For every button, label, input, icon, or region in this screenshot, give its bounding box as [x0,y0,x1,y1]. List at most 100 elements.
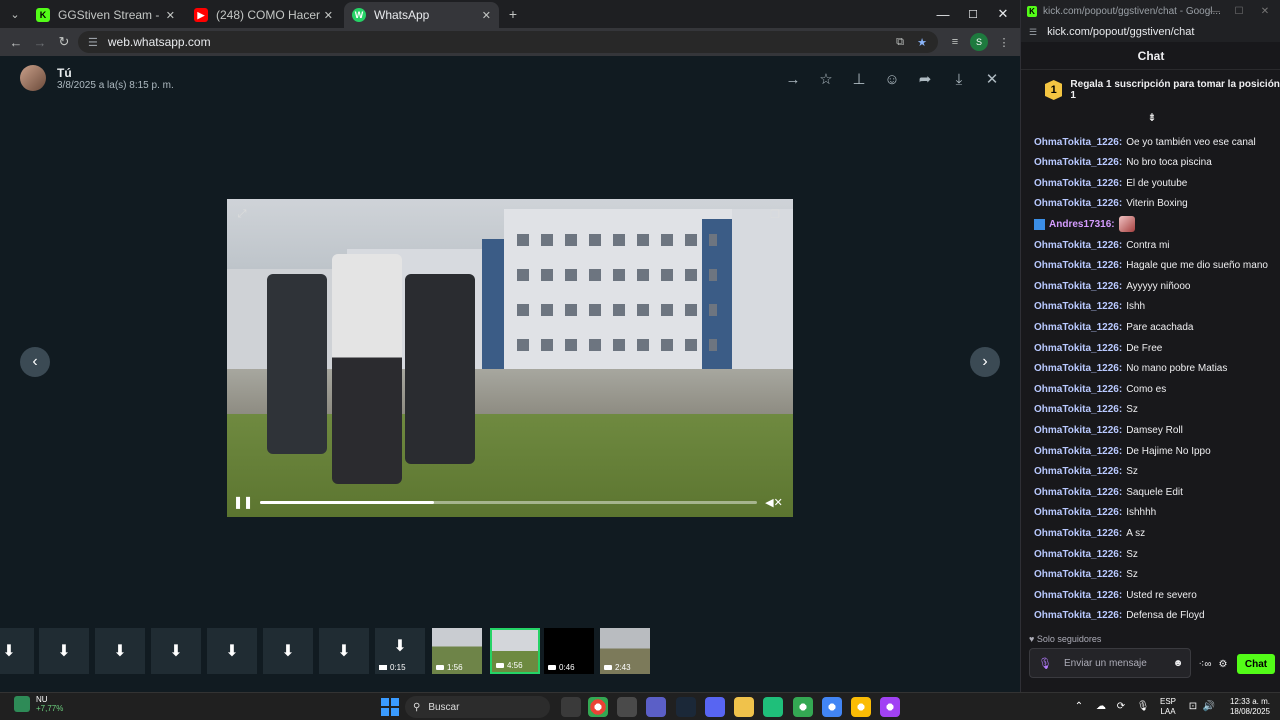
steam-icon[interactable] [676,697,696,717]
chrome-profile-icon[interactable] [793,697,813,717]
microphone-icon[interactable]: 🎙 [1136,699,1150,713]
previous-media-button[interactable]: ‹ [20,347,50,377]
site-info-icon[interactable]: ☰ [88,36,98,49]
taskbar-search[interactable]: ⚲ Buscar [405,696,550,718]
chat-username[interactable]: OhmaTokita_1226: [1034,590,1122,601]
input-language[interactable]: ESP LAA [1160,697,1176,717]
forward-icon[interactable]: → [30,32,50,52]
picture-in-picture-icon[interactable]: ❐ [768,207,782,221]
avatar[interactable] [20,65,46,91]
fullscreen-icon[interactable]: ⤢ [235,207,249,221]
browser-menu-icon[interactable]: ⋮ [995,33,1013,51]
chat-username[interactable]: OhmaTokita_1226: [1034,446,1122,457]
chat-username[interactable]: OhmaTokita_1226: [1034,425,1122,436]
file-explorer-icon[interactable] [734,697,754,717]
stock-widget[interactable]: NU +7,77% [14,695,63,713]
drops-icon[interactable]: ⁖∞ [1197,656,1213,672]
chat-username[interactable]: OhmaTokita_1226: [1034,343,1122,354]
microphone-icon[interactable]: 🎙 [1038,656,1052,670]
system-clock[interactable]: 12:33 a. m. 18/08/2025 [1222,697,1270,717]
tab-whatsapp[interactable]: W WhatsApp ✕ [344,2,499,28]
chat-username[interactable]: OhmaTokita_1226: [1034,466,1122,477]
chat-username[interactable]: OhmaTokita_1226: [1034,281,1122,292]
close-tab-icon[interactable]: ✕ [482,9,491,22]
video-seek-bar[interactable] [260,501,757,504]
tray-app-icon[interactable]: ☁ [1094,699,1108,713]
download-thumbnail-icon[interactable]: ⬇ [95,628,145,674]
muted-volume-icon[interactable]: ◀✕ [763,494,785,510]
media-thumbnail[interactable]: 0:46 [544,628,594,674]
volume-icon[interactable]: 🔊 [1202,699,1216,713]
show-hidden-icons-icon[interactable]: ⌃ [1072,699,1086,713]
kick-url-bar[interactable]: ☰ kick.com/popout/ggstiven/chat [1021,22,1280,42]
download-thumbnail-icon[interactable]: ⬇ 0:15 [375,628,425,674]
minimize-icon[interactable]: — [928,4,958,24]
chat-messages-list[interactable]: OhmaTokita_1226: Oe yo también veo ese ca… [1021,120,1280,628]
discord-icon[interactable] [705,697,725,717]
chat-username[interactable]: OhmaTokita_1226: [1034,610,1122,621]
back-icon[interactable]: ← [6,32,26,52]
address-bar[interactable]: ☰ web.whatsapp.com ⧉ ★ [78,31,938,53]
chat-username[interactable]: OhmaTokita_1226: [1034,157,1122,168]
site-info-icon[interactable]: ☰ [1029,27,1037,38]
send-chat-button[interactable]: Chat [1237,654,1275,674]
teams-icon[interactable] [646,697,666,717]
chat-username[interactable]: OhmaTokita_1226: [1034,487,1122,498]
close-viewer-icon[interactable]: ✕ [981,68,1003,90]
media-thumbnail[interactable]: 2:43 [600,628,650,674]
go-to-message-icon[interactable]: → [782,68,804,90]
download-thumbnail-icon[interactable]: ⬇ [39,628,89,674]
close-tab-icon[interactable]: ✕ [324,9,333,22]
chrome-profile-icon[interactable] [851,697,871,717]
task-view-icon[interactable] [561,697,581,717]
reload-icon[interactable]: ↻ [54,32,74,52]
tray-app-icon[interactable]: ⟳ [1114,699,1128,713]
pinned-message[interactable]: 1 Regala 1 suscripción para tomar la pos… [1021,70,1280,110]
maximize-icon[interactable]: ☐ [958,4,988,24]
download-thumbnail-icon[interactable]: ⬇ [0,628,34,674]
chat-username[interactable]: OhmaTokita_1226: [1034,404,1122,415]
chat-username[interactable]: Andres17316: [1049,219,1115,230]
chat-message-input[interactable]: 🎙 Enviar un mensaje ☻ [1029,648,1191,678]
store-icon[interactable] [617,697,637,717]
chat-username[interactable]: OhmaTokita_1226: [1034,322,1122,333]
chrome-icon[interactable] [588,697,608,717]
chat-username[interactable]: OhmaTokita_1226: [1034,301,1122,312]
chat-username[interactable]: OhmaTokita_1226: [1034,198,1122,209]
chat-username[interactable]: OhmaTokita_1226: [1034,178,1122,189]
chat-username[interactable]: OhmaTokita_1226: [1034,507,1122,518]
forward-icon[interactable]: ➦ [914,68,936,90]
chat-username[interactable]: OhmaTokita_1226: [1034,384,1122,395]
settings-gear-icon[interactable]: ⚙ [1215,656,1231,672]
bookmark-star-icon[interactable]: ★ [914,34,930,50]
tab-youtube[interactable]: ▶ (248) COMO Hacer que Tu Opo ✕ [186,2,341,28]
app-icon[interactable] [763,697,783,717]
chat-username[interactable]: OhmaTokita_1226: [1034,549,1122,560]
media-thumbnail[interactable]: 1:56 [432,628,482,674]
chat-username[interactable]: OhmaTokita_1226: [1034,240,1122,251]
windows-start-icon[interactable] [381,698,399,716]
download-thumbnail-icon[interactable]: ⬇ [151,628,201,674]
cast-icon[interactable]: ⧉ [892,34,908,50]
minimize-icon[interactable]: — [1207,4,1223,18]
star-icon[interactable]: ☆ [815,68,837,90]
new-tab-icon[interactable]: + [503,4,523,24]
chat-username[interactable]: OhmaTokita_1226: [1034,137,1122,148]
next-media-button[interactable]: › [970,347,1000,377]
download-thumbnail-icon[interactable]: ⬇ [207,628,257,674]
close-window-icon[interactable]: ✕ [1257,4,1273,18]
chat-username[interactable]: OhmaTokita_1226: [1034,363,1122,374]
download-thumbnail-icon[interactable]: ⬇ [319,628,369,674]
video-player[interactable]: ⤢ ❐ ❚❚ ◀✕ [227,199,793,517]
tab-search-icon[interactable]: ⌄ [5,4,25,24]
chrome-profile-icon[interactable] [822,697,842,717]
pin-icon[interactable]: ⊥ [848,68,870,90]
chrome-profile-icon[interactable] [880,697,900,717]
chat-username[interactable]: OhmaTokita_1226: [1034,528,1122,539]
maximize-icon[interactable]: ☐ [1231,4,1247,18]
react-emoji-icon[interactable]: ☺ [881,68,903,90]
scroll-to-bottom-icon[interactable]: ⇟ [1145,110,1159,124]
media-thumbnail-selected[interactable]: 4:56 [490,628,540,674]
download-thumbnail-icon[interactable]: ⬇ [263,628,313,674]
chat-username[interactable]: OhmaTokita_1226: [1034,569,1122,580]
